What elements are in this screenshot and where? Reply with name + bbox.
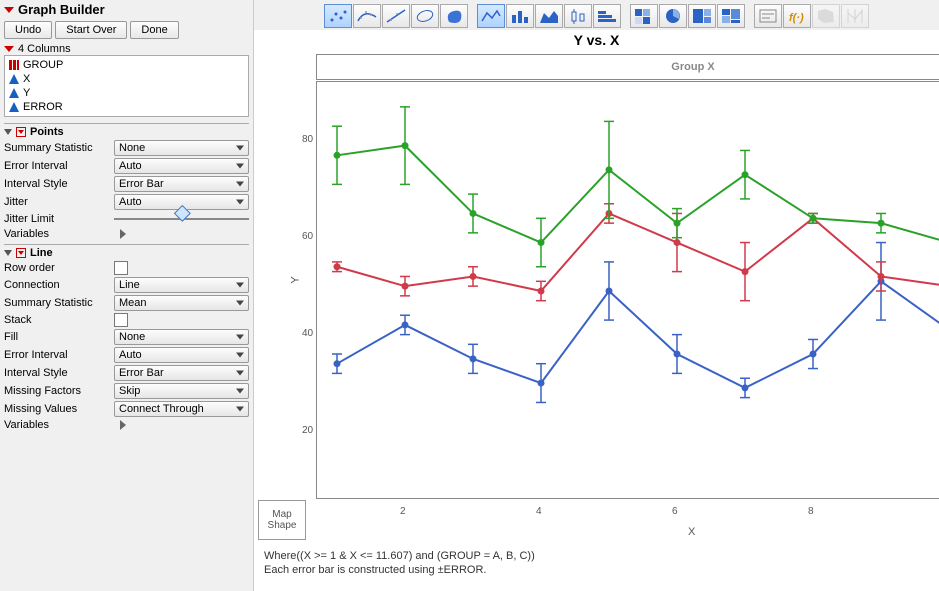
column-y: Y bbox=[9, 86, 244, 100]
row-order-checkbox[interactable] bbox=[114, 261, 128, 275]
start-over-button[interactable]: Start Over bbox=[55, 21, 127, 39]
treemap-element-button[interactable] bbox=[688, 4, 716, 28]
columns-disclosure-icon[interactable] bbox=[4, 46, 14, 52]
points-section-title: Points bbox=[30, 126, 64, 138]
y-tick: 20 bbox=[302, 425, 313, 436]
plot-svg bbox=[317, 82, 939, 500]
line-error-interval-select[interactable]: Auto bbox=[114, 347, 249, 363]
fill-select[interactable]: None bbox=[114, 329, 249, 345]
heatmap-element-button[interactable] bbox=[630, 4, 658, 28]
missing-factors-select[interactable]: Skip bbox=[114, 383, 249, 399]
y-tick: 80 bbox=[302, 134, 313, 145]
column-error: ERROR bbox=[9, 100, 244, 114]
boxplot-element-button[interactable] bbox=[564, 4, 592, 28]
y-tick: 40 bbox=[302, 328, 313, 339]
done-button[interactable]: Done bbox=[130, 21, 178, 39]
continuous-icon bbox=[9, 102, 19, 112]
connection-select[interactable]: Line bbox=[114, 277, 249, 293]
x-tick: 8 bbox=[808, 506, 814, 517]
y-axis-label[interactable]: Y bbox=[290, 276, 302, 283]
line-disclosure-icon[interactable] bbox=[4, 250, 12, 256]
histogram-element-button[interactable] bbox=[593, 4, 621, 28]
undo-button[interactable]: Undo bbox=[4, 21, 52, 39]
pie-element-button[interactable] bbox=[659, 4, 687, 28]
columns-list[interactable]: GROUP X Y ERROR bbox=[4, 55, 249, 117]
columns-header: 4 Columns bbox=[18, 43, 71, 55]
y-tick: 60 bbox=[302, 231, 313, 242]
formula-element-button[interactable]: f(·) bbox=[783, 4, 811, 28]
column-x: X bbox=[9, 72, 244, 86]
column-group: GROUP bbox=[9, 58, 244, 72]
x-axis-label[interactable]: X bbox=[688, 526, 695, 538]
line-hotspot-icon[interactable] bbox=[16, 248, 26, 258]
footnotes: Where((X >= 1 & X <= 11.607) and (GROUP … bbox=[258, 544, 535, 578]
caption-element-button[interactable] bbox=[754, 4, 782, 28]
plot-area: Group X Group Y Wrap Overlay: GROUP Colo… bbox=[254, 54, 939, 564]
continuous-icon bbox=[9, 74, 19, 84]
nominal-icon bbox=[9, 60, 19, 70]
mosaic-element-button[interactable] bbox=[717, 4, 745, 28]
right-panel: f(·) Y vs. X Group X Group Y Wrap Overla… bbox=[254, 0, 939, 591]
line-variables-expand-icon[interactable] bbox=[120, 420, 126, 430]
points-hotspot-icon[interactable] bbox=[16, 127, 26, 137]
points-disclosure-icon[interactable] bbox=[4, 129, 12, 135]
line-of-fit-element-button[interactable] bbox=[382, 4, 410, 28]
plot-frame[interactable] bbox=[316, 81, 939, 499]
bar-element-button[interactable] bbox=[506, 4, 534, 28]
line-summary-stat-select[interactable]: Mean bbox=[114, 295, 249, 311]
contour-element-button[interactable] bbox=[440, 4, 468, 28]
map-element-button[interactable] bbox=[812, 4, 840, 28]
parallel-element-button[interactable] bbox=[841, 4, 869, 28]
panel-title: Graph Builder bbox=[18, 2, 105, 17]
area-element-button[interactable] bbox=[535, 4, 563, 28]
svg-text:f(·): f(·) bbox=[789, 12, 804, 24]
stack-checkbox[interactable] bbox=[114, 313, 128, 327]
left-panel: Graph Builder Undo Start Over Done 4 Col… bbox=[0, 0, 254, 591]
missing-values-select[interactable]: Connect Through bbox=[114, 401, 249, 417]
points-element-button[interactable] bbox=[324, 4, 352, 28]
line-interval-style-select[interactable]: Error Bar bbox=[114, 365, 249, 381]
points-error-interval-select[interactable]: Auto bbox=[114, 158, 249, 174]
element-toolbar: f(·) bbox=[254, 0, 939, 30]
group-x-zone[interactable]: Group X bbox=[316, 54, 939, 80]
disclosure-icon[interactable] bbox=[4, 7, 14, 13]
line-section-title: Line bbox=[30, 247, 53, 259]
x-tick: 6 bbox=[672, 506, 678, 517]
jitter-limit-slider[interactable] bbox=[114, 212, 249, 226]
ellipse-element-button[interactable] bbox=[411, 4, 439, 28]
line-element-button[interactable] bbox=[477, 4, 505, 28]
chart-title[interactable]: Y vs. X bbox=[254, 30, 939, 54]
points-variables-expand-icon[interactable] bbox=[120, 229, 126, 239]
x-tick: 4 bbox=[536, 506, 542, 517]
x-tick: 2 bbox=[400, 506, 406, 517]
map-shape-zone[interactable]: Map Shape bbox=[258, 500, 306, 540]
continuous-icon bbox=[9, 88, 19, 98]
points-summary-stat-select[interactable]: None bbox=[114, 140, 249, 156]
points-interval-style-select[interactable]: Error Bar bbox=[114, 176, 249, 192]
smoother-element-button[interactable] bbox=[353, 4, 381, 28]
